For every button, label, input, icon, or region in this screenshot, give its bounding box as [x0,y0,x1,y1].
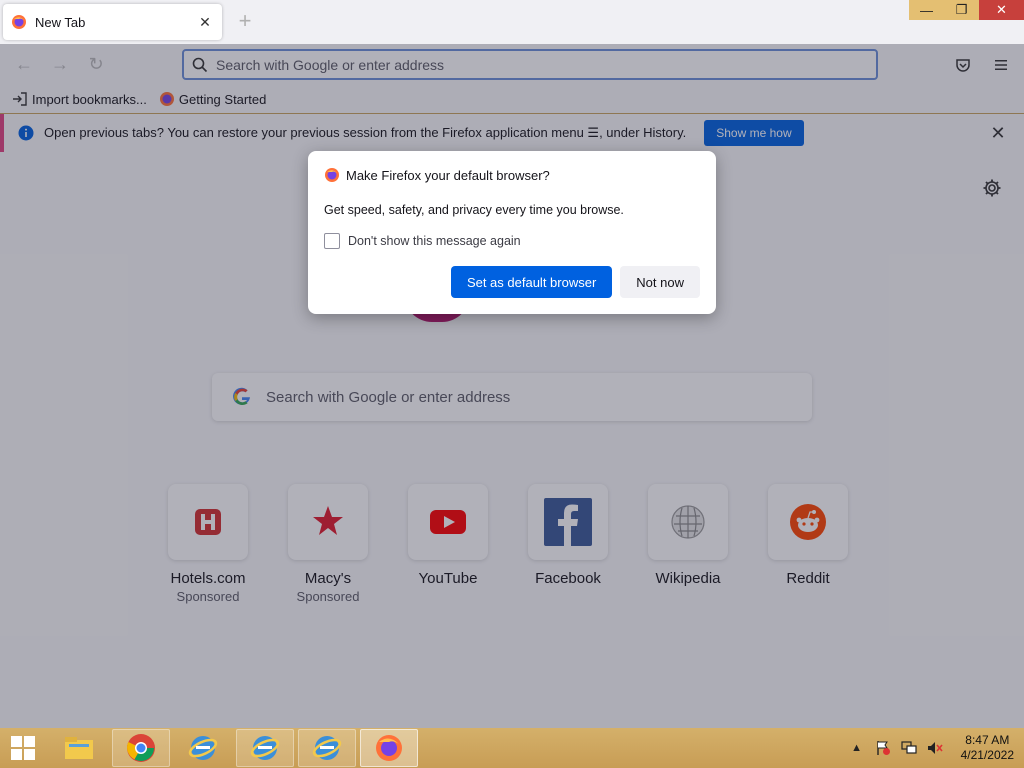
window-controls: — ❐ ✕ [909,0,1024,20]
system-tray: ▲ 8:47 AM 4/21/2022 [849,728,1014,768]
firefox-icon [325,168,339,182]
window-close-button[interactable]: ✕ [979,0,1024,20]
plus-icon[interactable]: + [234,10,256,32]
minimize-button[interactable]: — [909,0,944,20]
firefox-icon [12,15,26,29]
dont-show-again-option[interactable]: Don't show this message again [324,233,700,249]
clock-time: 8:47 AM [965,733,1010,747]
firefox-icon[interactable] [360,729,418,767]
file-explorer-icon[interactable] [50,729,108,767]
system-clock[interactable]: 8:47 AM 4/21/2022 [961,733,1014,763]
windows-start-icon[interactable] [0,728,46,768]
action-center-flag-icon[interactable] [875,740,891,756]
set-default-browser-button[interactable]: Set as default browser [450,266,613,298]
ie-icon[interactable] [236,729,294,767]
dialog-body: Get speed, safety, and privacy every tim… [324,203,624,217]
modal-backdrop [0,44,1024,728]
ie-icon[interactable] [174,729,232,767]
chevron-up-icon[interactable]: ▲ [849,740,865,756]
volume-muted-icon[interactable] [927,740,943,756]
default-browser-dialog: Make Firefox your default browser? Get s… [308,151,716,314]
restore-button[interactable]: ❐ [944,0,979,20]
checkbox-label: Don't show this message again [348,234,521,248]
tab-title: New Tab [35,14,86,30]
dont-show-again-checkbox[interactable] [324,233,340,249]
windows-taskbar: ▲ 8:47 AM 4/21/2022 [0,728,1024,768]
close-icon[interactable]: ✕ [196,13,214,31]
tab-new-tab[interactable]: New Tab ✕ [3,4,222,40]
ie-icon[interactable] [298,729,356,767]
not-now-button[interactable]: Not now [620,266,700,298]
dialog-title: Make Firefox your default browser? [346,167,550,183]
chrome-icon[interactable] [112,729,170,767]
browser-titlebar: New Tab ✕ + — ❐ ✕ [0,0,1024,44]
network-icon[interactable] [901,740,917,756]
clock-date: 4/21/2022 [960,748,1014,762]
